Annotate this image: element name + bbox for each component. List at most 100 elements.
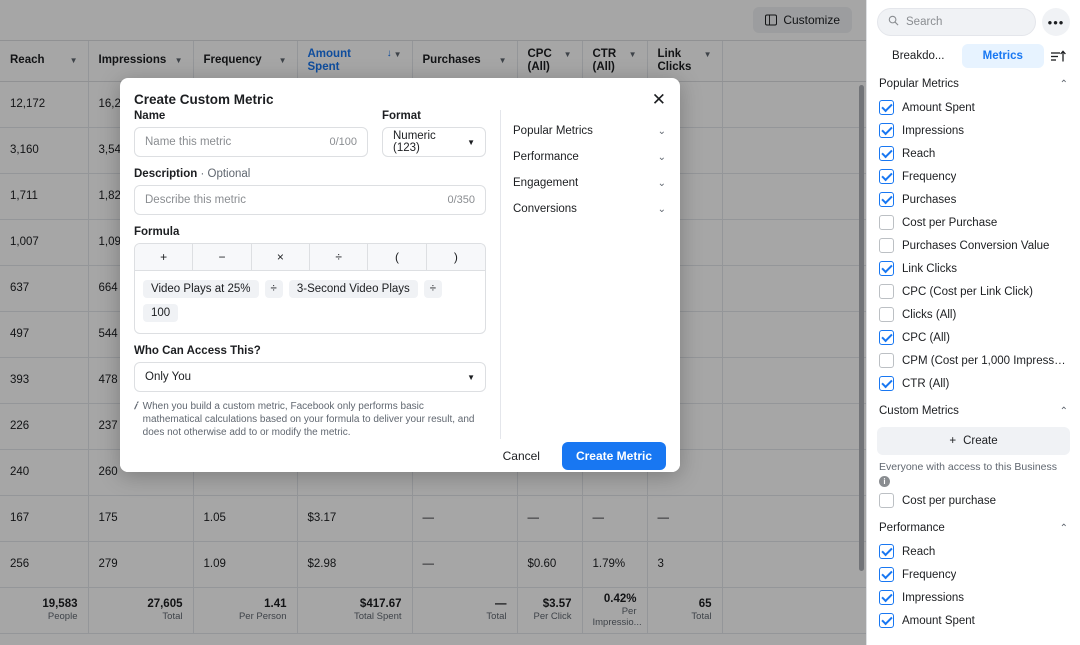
sidebar-metric-label: Clicks (All)	[902, 308, 957, 321]
chevron-down-icon[interactable]: ⌄	[658, 126, 666, 137]
sidebar-metric-label: Link Clicks	[902, 262, 957, 275]
sidebar-section-title: Custom Metrics	[879, 405, 959, 417]
sidebar-metric-item[interactable]: CTR (All)	[877, 372, 1070, 395]
checkbox-icon[interactable]	[879, 567, 894, 582]
formula-editor[interactable]: Video Plays at 25% ÷ 3-Second Video Plays ÷…	[134, 270, 486, 334]
close-icon[interactable]: ✕	[652, 91, 666, 108]
metric-category-accordion[interactable]: Conversions ⌄	[513, 196, 666, 222]
format-value: Numeric (123)	[393, 130, 436, 154]
description-input[interactable]: Describe this metric 0/350	[134, 185, 486, 215]
sidebar-metric-item[interactable]: CPC (All)	[877, 326, 1070, 349]
search-icon	[888, 15, 899, 29]
sidebar-section-header[interactable]: Popular Metrics ⌃	[877, 68, 1070, 96]
formula-metric-token[interactable]: 3-Second Video Plays	[288, 280, 418, 298]
formula-operator-button[interactable]: ×	[251, 244, 310, 270]
sidebar-metric-item[interactable]: Purchases	[877, 188, 1070, 211]
sidebar-metric-item[interactable]: Purchases Conversion Value	[877, 234, 1070, 257]
formula-operator-button[interactable]: ÷	[309, 244, 369, 270]
formula-metric-token[interactable]: 100	[143, 304, 179, 322]
sidebar-metric-item[interactable]: Impressions	[877, 586, 1070, 609]
metric-category-accordion[interactable]: Popular Metrics ⌄	[513, 118, 666, 144]
checkbox-icon[interactable]	[879, 123, 894, 138]
create-metric-button[interactable]: Create Metric	[561, 441, 666, 470]
metric-category-accordion[interactable]: Performance ⌄	[513, 144, 666, 170]
formula-operator-button[interactable]: )	[426, 244, 485, 270]
accordion-label: Conversions	[513, 203, 577, 215]
name-format-row: Name Name this metric 0/100 Format Numer…	[134, 110, 486, 157]
chevron-up-icon[interactable]: ⌃	[1060, 79, 1068, 90]
sidebar-metric-label: Impressions	[902, 124, 964, 137]
formula-operator-button[interactable]: −	[193, 244, 252, 270]
sidebar-metric-item[interactable]: Cost per Purchase	[877, 211, 1070, 234]
chevron-down-icon[interactable]: ⌄	[658, 152, 666, 163]
dialog-form-column: Name Name this metric 0/100 Format Numer…	[120, 110, 500, 439]
sidebar-metric-item[interactable]: CPC (Cost per Link Click)	[877, 280, 1070, 303]
sidebar-metric-label: Frequency	[902, 568, 957, 581]
more-options-icon[interactable]: •••	[1042, 8, 1070, 36]
chevron-down-icon[interactable]: ⌄	[658, 204, 666, 215]
checkbox-icon[interactable]	[879, 613, 894, 628]
plus-icon: +	[949, 435, 957, 447]
name-label: Name	[134, 110, 166, 122]
chevron-up-icon[interactable]: ⌃	[1060, 523, 1068, 534]
chevron-up-icon[interactable]: ⌃	[1060, 406, 1068, 417]
info-note: 𝑖 When you build a custom metric, Facebo…	[134, 400, 486, 439]
access-select[interactable]: Only You ▼	[134, 362, 486, 392]
checkbox-icon[interactable]	[879, 493, 894, 508]
checkbox-icon[interactable]	[879, 146, 894, 161]
checkbox-icon[interactable]	[879, 238, 894, 253]
checkbox-icon[interactable]	[879, 100, 894, 115]
tab-metrics[interactable]: Metrics	[961, 44, 1044, 68]
search-input[interactable]: Search	[877, 8, 1036, 36]
formula-operator-token[interactable]: ÷	[264, 280, 283, 298]
checkbox-icon[interactable]	[879, 590, 894, 605]
metric-category-accordion[interactable]: Engagement ⌄	[513, 170, 666, 196]
sidebar-metric-item[interactable]: Reach	[877, 540, 1070, 563]
checkbox-icon[interactable]	[879, 284, 894, 299]
checkbox-icon[interactable]	[879, 376, 894, 391]
sidebar-metric-item[interactable]: Clicks (All)	[877, 303, 1070, 326]
checkbox-icon[interactable]	[879, 215, 894, 230]
formula-metric-token[interactable]: Video Plays at 25%	[143, 280, 259, 298]
sidebar-metric-item[interactable]: Link Clicks	[877, 257, 1070, 280]
info-icon: 𝑖	[134, 401, 137, 412]
tab-breakdown[interactable]: Breakdo...	[877, 44, 960, 68]
create-custom-metric-button[interactable]: + Create	[877, 427, 1070, 455]
formula-operator-button[interactable]: (	[368, 244, 427, 270]
sidebar-metric-label: Impressions	[902, 591, 964, 604]
checkbox-icon[interactable]	[879, 169, 894, 184]
sidebar-metric-item[interactable]: Frequency	[877, 165, 1070, 188]
sidebar-section-header[interactable]: Performance ⌃	[877, 512, 1070, 540]
sidebar-section-header[interactable]: Custom Metrics ⌃	[877, 395, 1070, 423]
sort-icon[interactable]	[1046, 49, 1070, 63]
sidebar-metric-item[interactable]: Cost per purchase	[877, 489, 1070, 512]
sidebar-tabs: Breakdo... Metrics	[877, 44, 1070, 68]
sidebar-metric-item[interactable]: Amount Spent	[877, 96, 1070, 119]
checkbox-icon[interactable]	[879, 261, 894, 276]
checkbox-icon[interactable]	[879, 353, 894, 368]
format-select[interactable]: Numeric (123) ▼	[382, 127, 486, 157]
sidebar-metric-item[interactable]: Amount Spent	[877, 609, 1070, 632]
formula-operator-token[interactable]: ÷	[423, 280, 443, 298]
create-custom-metric-dialog: Create Custom Metric ✕ Name Name this me…	[120, 78, 680, 472]
cancel-button[interactable]: Cancel	[488, 441, 554, 470]
dialog-title: Create Custom Metric	[134, 91, 274, 107]
dialog-footer: Cancel Create Metric	[120, 439, 680, 472]
chevron-down-icon[interactable]: ⌄	[658, 178, 666, 189]
checkbox-icon[interactable]	[879, 307, 894, 322]
info-note-text: When you build a custom metric, Facebook…	[142, 401, 475, 438]
info-icon[interactable]: i	[879, 476, 890, 487]
checkbox-icon[interactable]	[879, 192, 894, 207]
formula-operator-button[interactable]: +	[135, 244, 194, 270]
checkbox-icon[interactable]	[879, 330, 894, 345]
name-input[interactable]: Name this metric 0/100	[134, 127, 368, 157]
description-label-text: Description	[134, 168, 198, 180]
sidebar-metric-item[interactable]: Reach	[877, 142, 1070, 165]
checkbox-icon[interactable]	[879, 544, 894, 559]
sidebar-metric-item[interactable]: CPM (Cost per 1,000 Impressions)	[877, 349, 1070, 372]
sidebar-metric-label: Cost per purchase	[902, 494, 996, 507]
sidebar-metric-item[interactable]: Impressions	[877, 119, 1070, 142]
description-optional-text: · Optional	[200, 168, 251, 180]
sidebar-metric-item[interactable]: Frequency	[877, 563, 1070, 586]
sidebar-section-title: Performance	[879, 522, 945, 534]
